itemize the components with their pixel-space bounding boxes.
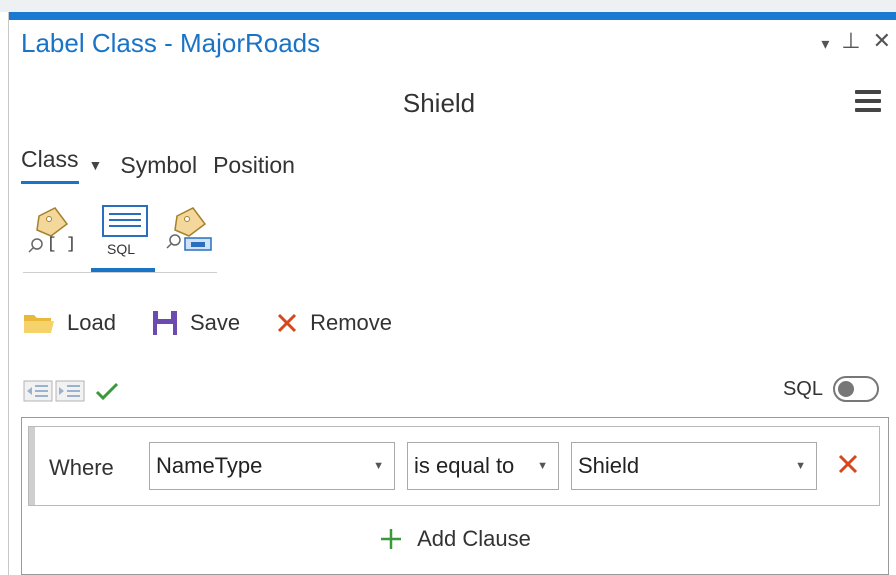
chevron-down-icon: ▼ xyxy=(537,460,548,472)
folder-icon xyxy=(24,315,54,333)
query-builder: Where NameType ▼ is equal to ▼ Shield ▼ xyxy=(21,417,889,575)
pane-menu-icon[interactable]: ▾ xyxy=(821,34,829,54)
sql-icon-text: SQL xyxy=(107,241,135,257)
load-button[interactable]: Load xyxy=(23,310,116,336)
tab-class-dropdown-icon[interactable]: ▼ xyxy=(89,157,103,173)
clause-tools xyxy=(23,380,121,402)
clause-row: Where NameType ▼ is equal to ▼ Shield ▼ xyxy=(28,426,880,506)
tab-strip: Class ▼ Symbol Position xyxy=(21,146,311,184)
value-select[interactable]: Shield ▼ xyxy=(571,442,817,490)
tab-symbol[interactable]: Symbol xyxy=(120,152,197,179)
operator-select-value: is equal to xyxy=(414,453,515,478)
remove-icon xyxy=(278,313,297,333)
hamburger-menu-icon[interactable] xyxy=(855,90,881,117)
field-select-value: NameType xyxy=(156,453,263,478)
save-label: Save xyxy=(189,310,241,335)
load-label: Load xyxy=(67,310,116,335)
sql-toggle-label: SQL xyxy=(782,377,823,400)
sql-query-icon[interactable]: SQL xyxy=(91,204,155,272)
chevron-down-icon: ▼ xyxy=(795,460,806,472)
pin-icon[interactable]: ⊥ xyxy=(841,28,860,54)
label-expression-icon[interactable]: [ ] xyxy=(25,204,81,270)
save-button[interactable]: Save xyxy=(152,310,240,336)
save-icon xyxy=(152,311,177,335)
tab-class[interactable]: Class xyxy=(21,146,79,184)
add-clause-button[interactable]: Add Clause xyxy=(22,526,888,552)
mode-icon-row: [ ] SQL xyxy=(23,204,217,273)
label-class-pane: Label Class - MajorRoads ▾ ⊥ ✕ Shield Cl… xyxy=(8,12,896,575)
clause-row-handle[interactable] xyxy=(29,427,35,505)
pane-title: Label Class - MajorRoads xyxy=(21,28,321,58)
action-toolbar: Load Save Remove xyxy=(23,310,428,336)
label-visibility-icon[interactable] xyxy=(163,204,219,270)
sql-toggle-switch[interactable] xyxy=(833,376,879,402)
indent-icon[interactable] xyxy=(55,380,85,402)
delete-clause-icon[interactable] xyxy=(837,453,859,475)
where-label: Where xyxy=(49,455,114,480)
panel-subtitle: Shield xyxy=(402,88,476,118)
label-expression-icon-text: [ ] xyxy=(47,235,76,253)
pane-accent-bar xyxy=(9,12,896,20)
remove-button[interactable]: Remove xyxy=(276,310,392,336)
close-icon[interactable]: ✕ xyxy=(873,28,891,54)
remove-label: Remove xyxy=(310,310,393,335)
chevron-down-icon: ▼ xyxy=(373,460,384,472)
field-select[interactable]: NameType ▼ xyxy=(149,442,395,490)
add-clause-label: Add Clause xyxy=(417,526,531,551)
plus-icon xyxy=(381,529,402,549)
sql-mode-toggle[interactable]: SQL xyxy=(783,376,879,402)
operator-select[interactable]: is equal to ▼ xyxy=(407,442,559,490)
tab-position[interactable]: Position xyxy=(213,152,295,179)
outdent-icon[interactable] xyxy=(23,380,53,402)
top-gap xyxy=(0,0,896,12)
verify-check-icon[interactable] xyxy=(93,380,121,402)
window-controls: ▾ ⊥ ✕ xyxy=(821,28,891,54)
value-select-value: Shield xyxy=(578,453,640,478)
